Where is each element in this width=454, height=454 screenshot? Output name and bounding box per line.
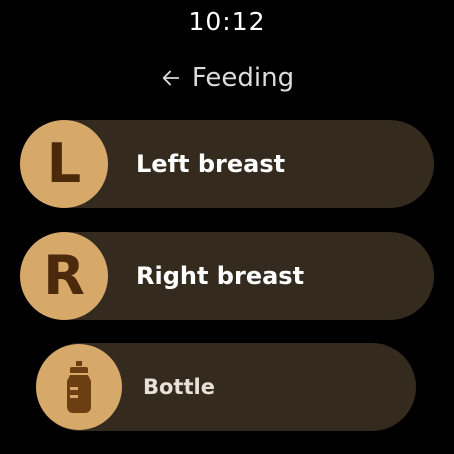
left-breast-label: Left breast [136, 150, 286, 178]
bottle-label: Bottle [143, 375, 215, 399]
right-breast-label: Right breast [136, 262, 305, 290]
right-initial-avatar: R [20, 232, 108, 320]
bottle-avatar [36, 344, 122, 430]
status-time: 10:12 [188, 7, 266, 36]
left-breast-button[interactable]: L Left breast [20, 120, 434, 208]
baby-bottle-icon [67, 361, 91, 413]
page-header: Feeding [0, 60, 454, 96]
right-breast-button[interactable]: R Right breast [20, 232, 434, 320]
page-title: Feeding [191, 63, 295, 93]
bottle-button[interactable]: Bottle [36, 343, 416, 431]
left-initial-avatar: L [20, 120, 108, 208]
watch-screen: 10:12 Feeding L Left breast R Right brea… [0, 0, 454, 454]
arrow-left-icon[interactable] [160, 67, 182, 89]
